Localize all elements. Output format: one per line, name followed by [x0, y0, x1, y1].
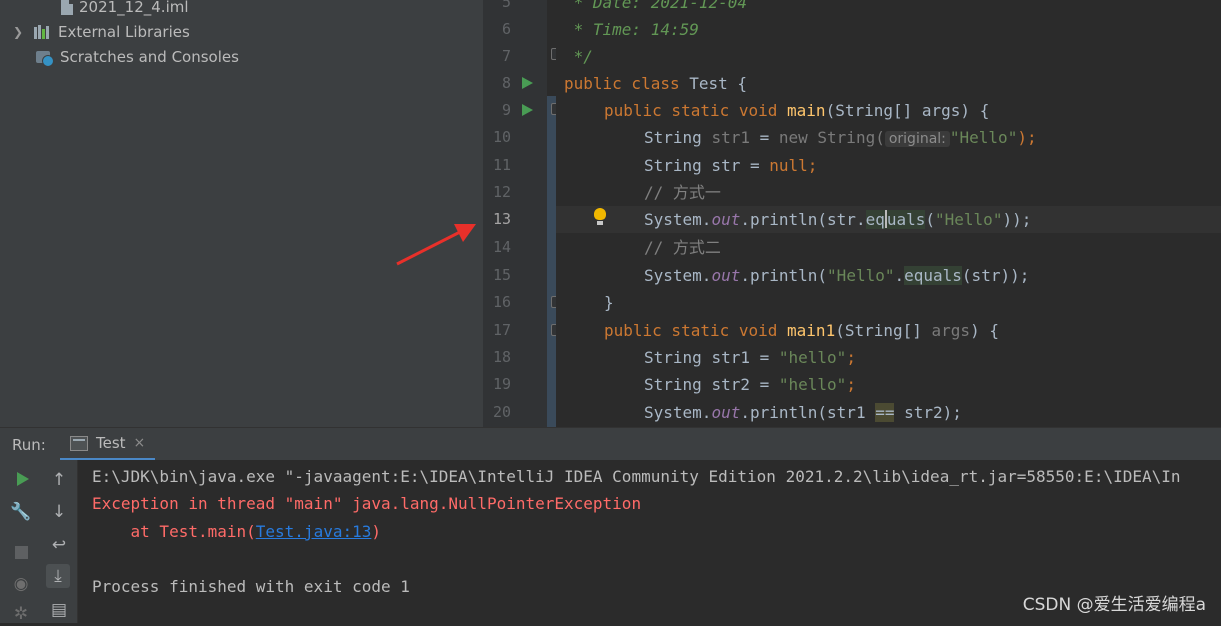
gear-icon[interactable]: ✲ — [9, 602, 33, 626]
run-tab-test[interactable]: Test × — [60, 428, 156, 461]
run-gutter-icon[interactable] — [522, 104, 533, 116]
code-line-8: public class Test { — [564, 74, 748, 93]
tree-item-scratches[interactable]: Scratches and Consoles — [36, 45, 239, 69]
parameter-hint: original: — [884, 131, 950, 147]
wrench-icon[interactable]: 🔧 — [9, 500, 33, 524]
tree-item-external-libraries[interactable]: ❯ External Libraries — [10, 20, 190, 44]
stop-icon — [15, 546, 28, 559]
tree-item-label: 2021_12_4.iml — [79, 0, 189, 16]
tree-item-iml[interactable]: 2021_12_4.iml — [58, 0, 189, 19]
line-number: 7 — [501, 47, 511, 65]
line-number: 9 — [501, 101, 511, 119]
line-number: 8 — [501, 74, 511, 92]
run-tab-label: Test — [96, 434, 126, 452]
line-number: 17 — [492, 321, 511, 339]
line-number: 20 — [492, 403, 511, 421]
code-line-19: String str2 = "hello"; — [644, 375, 856, 394]
code-line-6: * Time: 14:59 — [564, 20, 699, 39]
console-exit-line: Process finished with exit code 1 — [92, 577, 410, 596]
console-stacktrace-line: at Test.main(Test.java:13) — [92, 522, 381, 541]
code-line-10: String str1 = new String(original: "Hello… — [644, 128, 1037, 147]
watermark: CSDN @爱生活爱编程a — [1022, 595, 1206, 615]
stacktrace-link[interactable]: Test.java:13 — [256, 522, 372, 541]
code-line-18: String str1 = "hello"; — [644, 348, 856, 367]
code-line-17: public static void main1(String[] args) … — [604, 321, 999, 340]
line-number-current: 13 — [492, 210, 511, 228]
line-number: 18 — [492, 348, 511, 366]
scroll-to-end-icon[interactable]: ⤓ — [46, 564, 70, 588]
line-number: 5 — [501, 0, 511, 11]
close-icon[interactable]: × — [134, 435, 146, 451]
gutter-change-marker — [547, 96, 556, 427]
code-line-7: */ — [564, 47, 593, 66]
project-panel: 2021_12_4.iml ❯ External Libraries Scrat… — [0, 0, 483, 427]
code-line-11: String str = null; — [644, 156, 818, 175]
soft-wrap-icon[interactable]: ↩ — [47, 533, 71, 557]
run-label: Run: — [12, 436, 46, 454]
line-number: 11 — [492, 156, 511, 174]
line-number: 19 — [492, 375, 511, 393]
down-arrow-icon[interactable]: ↓ — [47, 500, 71, 524]
code-line-9: public static void main(String[] args) { — [604, 101, 990, 120]
run-toolbar-primary: 🔧 ◉ ✲ — [0, 460, 42, 626]
code-line-14: // 方式二 — [644, 238, 721, 257]
code-line-16: } — [604, 293, 614, 312]
line-number: 10 — [492, 128, 511, 146]
line-number: 6 — [501, 20, 511, 38]
tree-item-label: External Libraries — [58, 23, 190, 41]
line-number: 12 — [492, 183, 511, 201]
chevron-right-icon[interactable]: ❯ — [10, 20, 26, 44]
stop-button[interactable] — [9, 540, 33, 564]
line-number: 16 — [492, 293, 511, 311]
print-icon[interactable]: ▤ — [47, 598, 71, 622]
run-toolbar-secondary: ↑ ↓ ↩ ⤓ ▤ — [42, 460, 78, 623]
console-command-line: E:\JDK\bin\java.exe "-javaagent:E:\IDEA\… — [92, 467, 1181, 486]
code-line-5: * Date: 2021-12-04 — [564, 0, 748, 12]
run-gutter-icon[interactable] — [522, 77, 533, 89]
code-line-20: System.out.println(str1 == str2); — [644, 403, 962, 422]
code-line-13: System.out.println(str.eq uals("Hello")); — [644, 210, 1032, 229]
library-icon — [34, 24, 52, 40]
play-icon — [17, 472, 29, 486]
lightbulb-icon[interactable] — [594, 208, 606, 225]
code-line-15: System.out.println("Hello".equals(str)); — [644, 266, 1030, 285]
line-number: 14 — [492, 238, 511, 256]
code-line-12: // 方式一 — [644, 183, 721, 202]
scratches-icon — [36, 51, 54, 67]
line-number: 15 — [492, 266, 511, 284]
annotation-arrow-icon — [396, 224, 476, 266]
up-arrow-icon[interactable]: ↑ — [47, 468, 71, 492]
tree-item-label: Scratches and Consoles — [60, 48, 239, 66]
camera-icon[interactable]: ◉ — [9, 572, 33, 596]
rerun-button[interactable] — [10, 467, 34, 491]
run-panel-header: Run: Test × — [0, 427, 1221, 461]
console-exception-line: Exception in thread "main" java.lang.Nul… — [92, 494, 642, 513]
iml-file-icon — [61, 0, 73, 15]
console-icon — [70, 435, 88, 451]
